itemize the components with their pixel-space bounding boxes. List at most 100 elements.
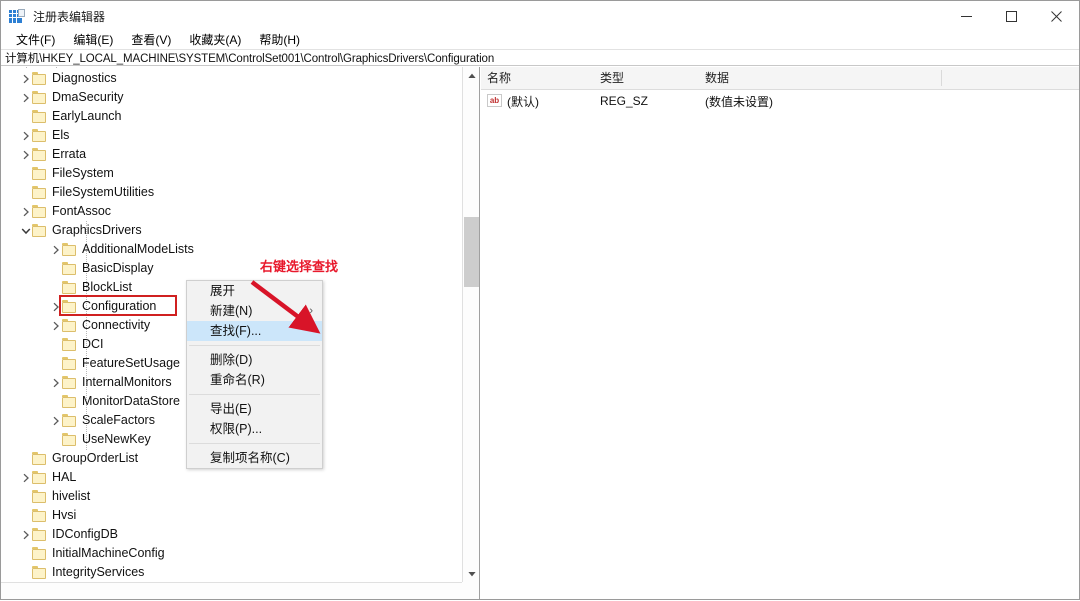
menu-bar: 文件(F) 编辑(E) 查看(V) 收藏夹(A) 帮助(H) bbox=[1, 32, 1079, 49]
folder-icon bbox=[32, 148, 47, 161]
folder-icon bbox=[32, 110, 47, 123]
menu-item-label: 复制项名称(C) bbox=[210, 451, 290, 465]
tree-item[interactable]: Diagnostics bbox=[1, 69, 462, 88]
folder-icon bbox=[32, 452, 47, 465]
tree-item[interactable]: GraphicsDrivers bbox=[1, 221, 462, 240]
tree-item[interactable]: Els bbox=[1, 126, 462, 145]
folder-icon bbox=[32, 547, 47, 560]
column-name[interactable]: 名称 bbox=[481, 67, 594, 89]
folder-icon bbox=[62, 357, 77, 370]
maximize-button[interactable] bbox=[989, 1, 1034, 32]
folder-icon bbox=[32, 91, 47, 104]
tree-item-label: IntegrityServices bbox=[52, 565, 145, 579]
ctx-export[interactable]: 导出(E) bbox=[187, 399, 322, 419]
ctx-copy-key-name[interactable]: 复制项名称(C) bbox=[187, 448, 322, 468]
folder-icon bbox=[62, 395, 77, 408]
chevron-right-icon[interactable] bbox=[19, 126, 32, 145]
ctx-expand[interactable]: 展开 bbox=[187, 281, 322, 301]
tree-item[interactable]: FontAssoc bbox=[1, 202, 462, 221]
tree-item-label: hivelist bbox=[52, 489, 91, 503]
tree-item-label: EarlyLaunch bbox=[52, 109, 122, 123]
registry-editor-icon bbox=[9, 8, 25, 25]
menu-separator bbox=[189, 443, 320, 444]
tree-item-label: InternalMonitors bbox=[82, 375, 172, 389]
menu-help[interactable]: 帮助(H) bbox=[250, 32, 309, 49]
chevron-right-icon[interactable] bbox=[19, 145, 32, 164]
chevron-right-icon[interactable] bbox=[19, 468, 32, 487]
chevron-right-icon[interactable] bbox=[19, 88, 32, 107]
tree-item-label: GraphicsDrivers bbox=[52, 223, 142, 237]
menu-item-label: 重命名(R) bbox=[210, 373, 265, 387]
chevron-down-icon[interactable] bbox=[19, 221, 32, 240]
chevron-right-icon[interactable] bbox=[19, 525, 32, 544]
tree-item-label: InitialMachineConfig bbox=[52, 546, 165, 560]
tree-item-label: GroupOrderList bbox=[52, 451, 139, 465]
column-type[interactable]: 类型 bbox=[594, 67, 699, 89]
tree-item[interactable]: IntegrityServices bbox=[1, 563, 462, 582]
context-menu[interactable]: 展开新建(N) › 查找(F)... 删除(D) 重命名(R) 导出(E) 权限(P)...… bbox=[186, 280, 323, 469]
menu-edit[interactable]: 编辑(E) bbox=[64, 32, 122, 49]
ctx-permissions[interactable]: 权限(P)... bbox=[187, 419, 322, 439]
tree-scroll-thumb[interactable] bbox=[464, 217, 479, 287]
tree-item[interactable]: Errata bbox=[1, 145, 462, 164]
menu-separator bbox=[189, 345, 320, 346]
ctx-rename[interactable]: 重命名(R) bbox=[187, 370, 322, 390]
tree-item-label: DCI bbox=[82, 337, 104, 351]
menu-item-label: 展开 bbox=[210, 284, 236, 298]
folder-icon bbox=[32, 509, 47, 522]
chevron-right-icon[interactable] bbox=[49, 240, 62, 259]
minimize-button[interactable] bbox=[944, 1, 989, 32]
tree-item[interactable]: DmaSecurity bbox=[1, 88, 462, 107]
scroll-down-icon[interactable] bbox=[463, 565, 479, 582]
chevron-right-icon[interactable] bbox=[49, 316, 62, 335]
ctx-find[interactable]: 查找(F)... bbox=[187, 321, 322, 341]
values-rows: ab (默认) REG_SZ (数值未设置) bbox=[481, 90, 1079, 112]
menu-view[interactable]: 查看(V) bbox=[122, 32, 180, 49]
menu-file[interactable]: 文件(F) bbox=[7, 32, 64, 49]
folder-icon bbox=[62, 281, 77, 294]
tree-item[interactable]: Hvsi bbox=[1, 506, 462, 525]
folder-icon bbox=[32, 129, 47, 142]
tree-item[interactable]: HAL bbox=[1, 468, 462, 487]
selected-key-highlight bbox=[59, 295, 177, 316]
chevron-right-icon[interactable] bbox=[49, 411, 62, 430]
tree-item[interactable]: hivelist bbox=[1, 487, 462, 506]
tree-item[interactable]: FileSystemUtilities bbox=[1, 183, 462, 202]
tree-item[interactable]: InitialMachineConfig bbox=[1, 544, 462, 563]
tree-item-label: FileSystem bbox=[52, 166, 114, 180]
tree-item[interactable]: IDConfigDB bbox=[1, 525, 462, 544]
folder-icon bbox=[32, 72, 47, 85]
ctx-new[interactable]: 新建(N) › bbox=[187, 301, 322, 321]
close-button[interactable] bbox=[1034, 1, 1079, 32]
tree-item-label: Errata bbox=[52, 147, 87, 161]
tree-item[interactable]: BasicDisplay bbox=[1, 259, 462, 278]
content-area: Diagnostics DmaSecurity EarlyLaunch Els Erra… bbox=[1, 67, 1079, 599]
tree-item[interactable]: AdditionalModeLists bbox=[1, 240, 462, 259]
chevron-right-icon[interactable] bbox=[49, 373, 62, 392]
folder-icon bbox=[62, 376, 77, 389]
menu-favorites[interactable]: 收藏夹(A) bbox=[180, 32, 250, 49]
tree-item[interactable]: FileSystem bbox=[1, 164, 462, 183]
value-row[interactable]: ab (默认) REG_SZ (数值未设置) bbox=[481, 90, 1079, 112]
scroll-up-icon[interactable] bbox=[463, 67, 479, 84]
tree-horizontal-scrollbar[interactable] bbox=[1, 582, 462, 599]
chevron-right-icon[interactable] bbox=[19, 202, 32, 221]
tree-item[interactable]: EarlyLaunch bbox=[1, 107, 462, 126]
menu-item-label: 查找(F)... bbox=[210, 324, 262, 338]
tree-vertical-scrollbar[interactable] bbox=[462, 67, 479, 582]
address-bar[interactable]: 计算机\HKEY_LOCAL_MACHINE\SYSTEM\ControlSet… bbox=[1, 49, 1079, 66]
menu-separator bbox=[189, 394, 320, 395]
folder-icon bbox=[32, 186, 47, 199]
value-type: REG_SZ bbox=[600, 94, 649, 108]
menu-item-label: 删除(D) bbox=[210, 353, 253, 367]
folder-icon bbox=[32, 167, 47, 180]
column-data[interactable]: 数据 bbox=[699, 67, 959, 89]
ctx-delete[interactable]: 删除(D) bbox=[187, 350, 322, 370]
column-divider[interactable] bbox=[941, 70, 942, 86]
chevron-right-icon[interactable] bbox=[19, 69, 32, 88]
